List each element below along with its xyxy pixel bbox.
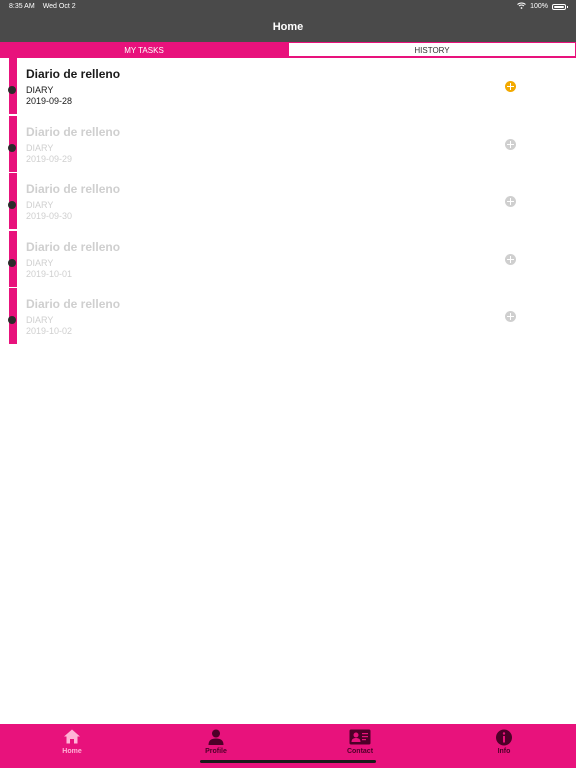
add-circle-icon[interactable] bbox=[505, 311, 516, 322]
task-item[interactable]: Diario de relleno DIARY 2019-10-02 bbox=[0, 288, 576, 346]
timeline-dot-icon bbox=[8, 316, 16, 324]
tab-bar: MY TASKS HISTORY bbox=[0, 42, 576, 58]
wifi-icon bbox=[517, 2, 526, 11]
add-circle-icon[interactable] bbox=[505, 138, 516, 150]
task-date: 2019-09-29 bbox=[26, 153, 73, 164]
nav-home-label: Home bbox=[62, 748, 82, 755]
contact-card-icon bbox=[349, 729, 371, 750]
task-item[interactable]: Diario de relleno DIARY 2019-09-28 bbox=[0, 58, 576, 116]
task-date: 2019-10-01 bbox=[26, 268, 73, 279]
add-circle-icon[interactable] bbox=[505, 81, 516, 92]
task-title: Diario de relleno bbox=[26, 124, 121, 139]
app-header: 8:35 AM Wed Oct 2 100% Home bbox=[0, 0, 576, 42]
status-time: 8:35 AM bbox=[9, 3, 35, 10]
timeline-dot-icon bbox=[8, 258, 16, 267]
task-date: 2019-09-28 bbox=[26, 96, 73, 106]
nav-info-label: Info bbox=[497, 748, 511, 755]
tab-history[interactable]: HISTORY bbox=[288, 42, 576, 57]
task-type: DIARY bbox=[26, 315, 54, 325]
profile-icon bbox=[208, 729, 224, 750]
task-type: DIARY bbox=[26, 257, 54, 268]
task-title: Diario de relleno bbox=[26, 297, 121, 311]
task-date: 2019-09-30 bbox=[26, 211, 73, 221]
timeline-dot-icon bbox=[8, 86, 16, 94]
status-bar: 8:35 AM Wed Oct 2 100% bbox=[0, 0, 576, 14]
task-type: DIARY bbox=[26, 142, 54, 153]
task-list: Diario de relleno DIARY 2019-09-28 Diari… bbox=[0, 58, 576, 346]
home-icon bbox=[64, 729, 81, 749]
task-title: Diario de relleno bbox=[26, 182, 121, 196]
task-title: Diario de relleno bbox=[26, 239, 121, 254]
timeline-dot-icon bbox=[8, 143, 16, 152]
battery-icon bbox=[552, 3, 568, 10]
status-right: 100% bbox=[517, 2, 568, 11]
tab-my-tasks[interactable]: MY TASKS bbox=[0, 42, 288, 57]
add-circle-icon[interactable] bbox=[505, 253, 516, 265]
add-circle-icon[interactable] bbox=[505, 196, 516, 207]
task-type: DIARY bbox=[26, 85, 54, 95]
task-title: Diario de relleno bbox=[26, 67, 121, 81]
task-item[interactable]: Diario de relleno DIARY 2019-09-30 bbox=[0, 173, 576, 231]
battery-percent: 100% bbox=[530, 3, 548, 10]
status-left: 8:35 AM Wed Oct 2 bbox=[9, 3, 76, 10]
nav-info[interactable]: Info bbox=[432, 724, 576, 768]
nav-home[interactable]: Home bbox=[0, 724, 144, 768]
task-item[interactable]: Diario de relleno DIARY 2019-10-01 bbox=[0, 230, 576, 289]
status-date: Wed Oct 2 bbox=[42, 3, 76, 10]
task-item[interactable]: Diario de relleno DIARY 2019-09-29 bbox=[0, 115, 576, 174]
page-title: Home bbox=[272, 21, 304, 33]
task-type: DIARY bbox=[26, 200, 54, 210]
task-date: 2019-10-02 bbox=[26, 326, 73, 336]
home-indicator[interactable] bbox=[200, 760, 376, 763]
timeline-dot-icon bbox=[8, 201, 16, 209]
nav-profile-label: Profile bbox=[205, 748, 227, 755]
nav-contact-label: Contact bbox=[346, 748, 374, 755]
